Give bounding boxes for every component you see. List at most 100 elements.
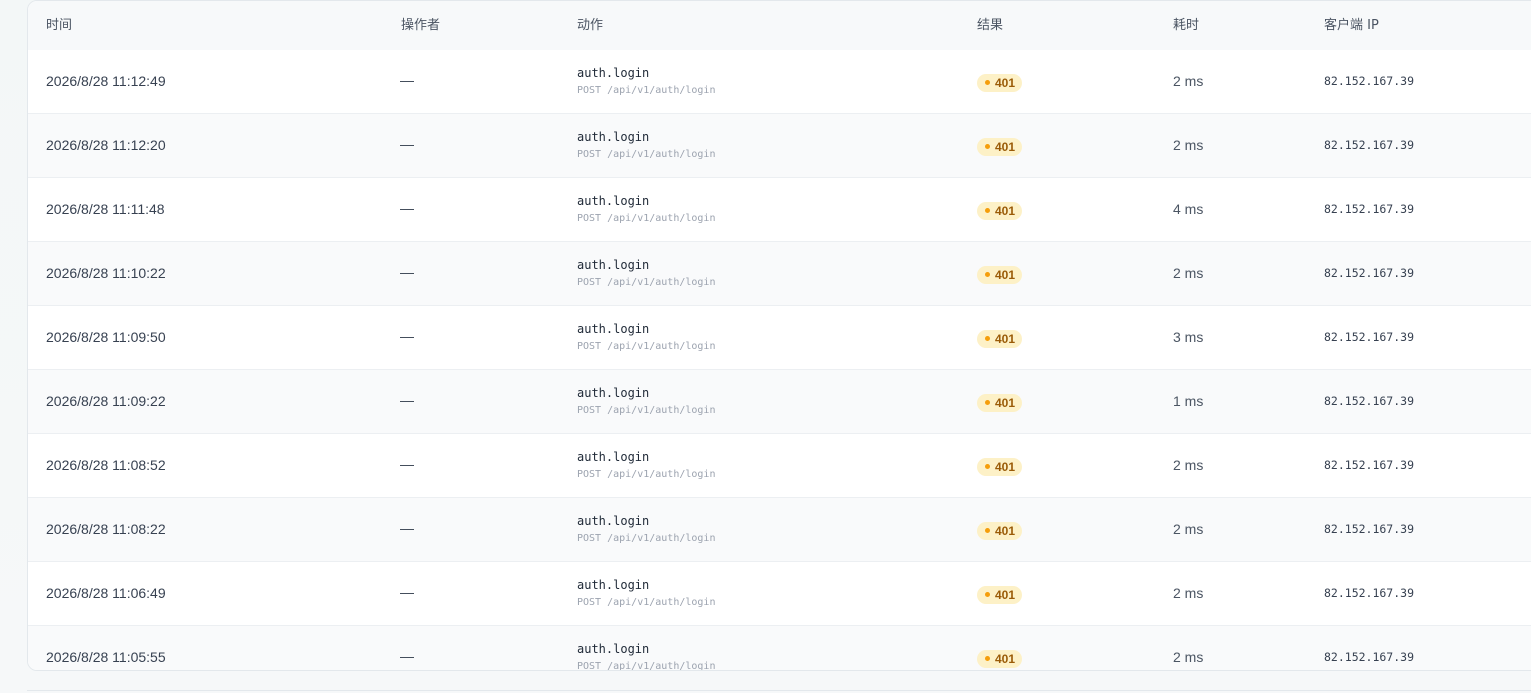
action-name: auth.login	[577, 130, 650, 144]
action-name: auth.login	[577, 386, 650, 400]
cell-operator: —	[400, 520, 414, 536]
audit-log-page: 时间 操作者 动作 结果 耗时 客户端 IP 2026/8/28 11:12:4…	[0, 0, 1531, 693]
column-header-duration[interactable]: 耗时	[1173, 18, 1199, 34]
cell-client-ip: 82.152.167.39	[1324, 586, 1415, 600]
table-row[interactable]: 2026/8/28 11:05:55 — auth.login POST /api/v…	[28, 626, 1531, 671]
cell-result: 401	[977, 520, 1023, 540]
cell-operator: —	[400, 456, 414, 472]
cell-duration: 2 ms	[1173, 585, 1204, 601]
status-code: 401	[995, 267, 1016, 282]
table-row[interactable]: 2026/8/28 11:06:49 — auth.login POST /api/v…	[28, 562, 1531, 626]
cell-operator: —	[400, 584, 414, 600]
action-request-path: POST /api/v1/auth/login	[577, 405, 716, 416]
cell-time: 2026/8/28 11:09:50	[46, 329, 166, 345]
cell-client-ip: 82.152.167.39	[1324, 74, 1415, 88]
status-code: 401	[995, 587, 1016, 602]
cell-operator: —	[400, 264, 414, 280]
table-body: 2026/8/28 11:12:49 — auth.login POST /api/v…	[28, 50, 1531, 671]
table-row[interactable]: 2026/8/28 11:08:52 — auth.login POST /api/v…	[28, 434, 1531, 498]
action-name: auth.login	[577, 322, 650, 336]
column-header-client-ip[interactable]: 客户端 IP	[1324, 18, 1379, 34]
cell-action: auth.login POST /api/v1/auth/login	[577, 642, 716, 671]
action-request-path: POST /api/v1/auth/login	[577, 213, 716, 224]
status-badge: 401	[977, 137, 1023, 156]
cell-time: 2026/8/28 11:12:20	[46, 137, 166, 153]
action-name: auth.login	[577, 578, 650, 592]
status-dot-icon	[985, 400, 990, 405]
cell-duration: 2 ms	[1173, 73, 1204, 89]
cell-result: 401	[977, 392, 1023, 412]
cell-action: auth.login POST /api/v1/auth/login	[577, 322, 715, 353]
cell-client-ip: 82.152.167.39	[1324, 522, 1415, 536]
column-header-action[interactable]: 动作	[577, 18, 603, 34]
column-header-operator[interactable]: 操作者	[401, 18, 440, 34]
cell-duration: 3 ms	[1173, 329, 1204, 345]
cell-result: 401	[977, 264, 1023, 284]
cell-duration: 1 ms	[1173, 393, 1204, 409]
cell-operator: —	[400, 392, 414, 408]
table-row[interactable]: 2026/8/28 11:10:22 — auth.login POST /api/v…	[28, 242, 1531, 306]
action-request-path: POST /api/v1/auth/login	[577, 149, 716, 160]
table-row[interactable]: 2026/8/28 11:09:50 — auth.login POST /api/v…	[28, 306, 1531, 370]
cell-operator: —	[400, 328, 414, 344]
cell-result: 401	[977, 648, 1023, 668]
cell-action: auth.login POST /api/v1/auth/login	[577, 514, 715, 545]
table-row[interactable]: 2026/8/28 11:09:22 — auth.login POST /api/v…	[28, 370, 1531, 434]
table-row[interactable]: 2026/8/28 11:11:48 — auth.login POST /api/v…	[28, 178, 1531, 242]
cell-duration: 4 ms	[1173, 201, 1204, 217]
action-name: auth.login	[577, 642, 650, 656]
status-code: 401	[995, 651, 1016, 666]
cell-client-ip: 82.152.167.39	[1324, 138, 1415, 152]
action-request-path: POST /api/v1/auth/login	[577, 341, 716, 352]
status-badge: 401	[977, 73, 1023, 92]
status-badge: 401	[977, 329, 1023, 348]
cell-result: 401	[977, 456, 1023, 476]
action-name: auth.login	[577, 450, 650, 464]
action-request-path: POST /api/v1/auth/login	[577, 469, 716, 480]
status-code: 401	[995, 139, 1016, 154]
status-dot-icon	[985, 336, 990, 341]
status-dot-icon	[985, 272, 990, 277]
cell-result: 401	[977, 584, 1023, 604]
cell-time: 2026/8/28 11:10:22	[46, 265, 166, 281]
cell-action: auth.login POST /api/v1/auth/login	[577, 130, 715, 161]
cell-operator: —	[400, 136, 414, 152]
status-badge: 401	[977, 393, 1023, 412]
cell-time: 2026/8/28 11:06:49	[46, 585, 166, 601]
cell-time: 2026/8/28 11:05:55	[46, 649, 166, 665]
cell-client-ip: 82.152.167.39	[1324, 650, 1415, 664]
cell-operator: —	[400, 200, 414, 216]
status-badge: 401	[977, 649, 1023, 668]
cell-action: auth.login POST /api/v1/auth/login	[577, 578, 715, 609]
cell-duration: 2 ms	[1173, 649, 1204, 665]
status-dot-icon	[985, 528, 990, 533]
status-dot-icon	[985, 144, 990, 149]
cell-client-ip: 82.152.167.39	[1324, 266, 1415, 280]
status-dot-icon	[985, 592, 990, 597]
cell-time: 2026/8/28 11:12:49	[46, 73, 166, 89]
table-row[interactable]: 2026/8/28 11:08:22 — auth.login POST /api/v…	[28, 498, 1531, 562]
cell-result: 401	[977, 328, 1023, 348]
action-request-path: POST /api/v1/auth/login	[577, 661, 716, 671]
cell-client-ip: 82.152.167.39	[1324, 202, 1415, 216]
audit-log-table: 时间 操作者 动作 结果 耗时 客户端 IP 2026/8/28 11:12:4…	[27, 0, 1531, 671]
column-header-result[interactable]: 结果	[977, 18, 1003, 34]
status-badge: 401	[977, 457, 1023, 476]
status-code: 401	[995, 395, 1016, 410]
column-header-time[interactable]: 时间	[46, 18, 72, 34]
status-badge: 401	[977, 201, 1023, 220]
cell-time: 2026/8/28 11:08:52	[46, 457, 166, 473]
cell-time: 2026/8/28 11:08:22	[46, 521, 166, 537]
status-code: 401	[995, 75, 1016, 90]
status-code: 401	[995, 459, 1016, 474]
status-badge: 401	[977, 521, 1023, 540]
table-row[interactable]: 2026/8/28 11:12:49 — auth.login POST /api/v…	[28, 50, 1531, 114]
cell-result: 401	[977, 72, 1023, 92]
table-row[interactable]: 2026/8/28 11:12:20 — auth.login POST /api/v…	[28, 114, 1531, 178]
cell-action: auth.login POST /api/v1/auth/login	[577, 386, 715, 417]
status-dot-icon	[985, 656, 990, 661]
status-code: 401	[995, 331, 1016, 346]
action-name: auth.login	[577, 194, 650, 208]
status-code: 401	[995, 203, 1016, 218]
status-badge: 401	[977, 585, 1023, 604]
